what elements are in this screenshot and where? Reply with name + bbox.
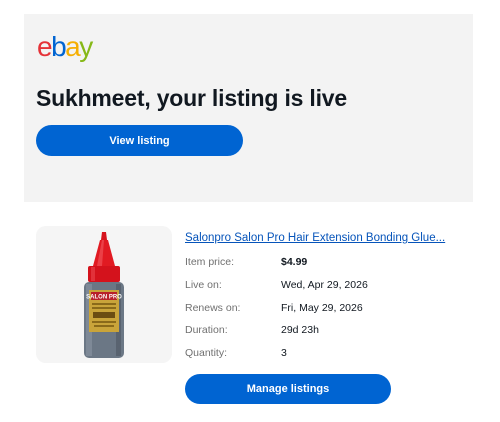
detail-row-quantity: Quantity: 3 (185, 347, 465, 361)
detail-value: 3 (281, 347, 287, 359)
detail-row-live-on: Live on: Wed, Apr 29, 2026 (185, 279, 465, 293)
svg-text:SALON PRO: SALON PRO (86, 295, 122, 301)
ebay-logo[interactable]: ebay (37, 31, 93, 62)
hero-banner: ebay Sukhmeet, your listing is live View… (24, 14, 473, 202)
listing-title-link[interactable]: Salonpro Salon Pro Hair Extension Bondin… (185, 232, 445, 244)
listing-thumbnail[interactable]: SALON PRO (36, 226, 172, 363)
detail-label: Item price: (185, 256, 235, 268)
detail-value: 29d 23h (281, 324, 319, 336)
detail-value: Fri, May 29, 2026 (281, 302, 363, 314)
logo-letter-a: a (65, 31, 81, 62)
detail-value: Wed, Apr 29, 2026 (281, 279, 368, 291)
logo-letter-e: e (37, 31, 53, 62)
detail-label: Quantity: (185, 347, 228, 359)
logo-letter-y: y (79, 31, 93, 62)
detail-row-duration: Duration: 29d 23h (185, 324, 465, 338)
detail-row-item-price: Item price: $4.99 (185, 256, 465, 270)
manage-listings-button[interactable]: Manage listings (185, 374, 391, 404)
detail-label: Duration: (185, 324, 228, 336)
detail-label: Renews on: (185, 302, 241, 314)
detail-row-renews-on: Renews on: Fri, May 29, 2026 (185, 302, 465, 316)
detail-value: $4.99 (281, 256, 308, 268)
detail-label: Live on: (185, 279, 222, 291)
view-listing-button[interactable]: View listing (36, 125, 243, 156)
hair-glue-bottle-image: SALON PRO (36, 226, 172, 363)
logo-letter-b: b (51, 31, 67, 62)
headline: Sukhmeet, your listing is live (36, 85, 347, 111)
